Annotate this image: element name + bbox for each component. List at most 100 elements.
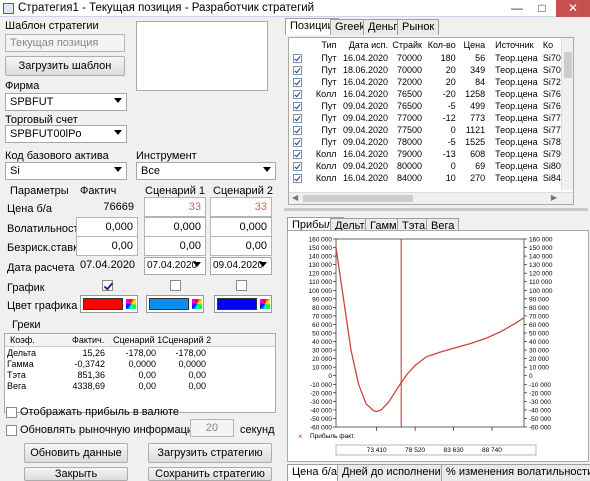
refresh-interval-input[interactable]: 20 xyxy=(190,419,234,437)
template-field[interactable]: Текущая позиция xyxy=(5,34,125,52)
col-type[interactable]: Тип xyxy=(304,38,338,52)
instrument-value: Все xyxy=(141,165,160,177)
close-icon[interactable]: ✕ xyxy=(556,0,590,17)
tab-market[interactable]: Рынок xyxy=(397,19,440,35)
price-sc2-input[interactable]: 33 xyxy=(210,197,272,217)
col-exp-date[interactable]: Дата исп. xyxy=(338,38,390,52)
instrument-select[interactable]: Все xyxy=(136,162,276,180)
table-cell: 77500 xyxy=(396,125,422,135)
y-tick-label-left: 130 000 xyxy=(309,262,333,269)
table-row[interactable]: Пут 18.06.2020 70000 20 349 Теор.цена Si7000 xyxy=(289,64,573,76)
price-sc1-input[interactable]: 33 xyxy=(144,197,206,217)
table-cell: Теор.цена xyxy=(495,137,538,147)
load-template-button[interactable]: Загрузить шаблон xyxy=(5,56,125,76)
greeks-col-fact: Фактич. xyxy=(72,335,105,345)
row-checkbox[interactable] xyxy=(289,172,304,184)
table-row[interactable]: Пут 09.04.2020 77500 0 1121 Теор.цена Si7750 xyxy=(289,124,573,136)
positions-scrollbar-v[interactable] xyxy=(561,38,573,190)
refresh-market-checkbox[interactable] xyxy=(6,425,17,436)
table-row[interactable]: Колл 16.04.2020 84000 10 270 Теор.цена Si8400 xyxy=(289,172,573,184)
table-row[interactable]: Пут 16.04.2020 72000 20 84 Теор.цена Si7200 xyxy=(289,76,573,88)
scroll-right-icon[interactable]: ▶ xyxy=(551,193,557,202)
tab-vol-change[interactable]: % изменения волатильности xyxy=(441,464,590,481)
positions-scrollbar-h[interactable]: ◀ ▶ xyxy=(289,192,573,204)
table-row[interactable]: Пут 16.04.2020 70000 180 56 Теор.цена Si7000 xyxy=(289,52,573,64)
save-strategy-button[interactable]: Сохранить стратегию xyxy=(148,467,272,481)
col-strike[interactable]: Страйк xyxy=(390,38,424,52)
tab-days-to-expiry[interactable]: Дней до исполнения xyxy=(337,464,452,481)
color-sc1-picker[interactable] xyxy=(146,295,204,313)
rate-label: Безриск.ставка xyxy=(7,242,85,254)
rate-fact-input[interactable]: 0,00 xyxy=(76,236,138,256)
table-row[interactable]: Пут 09.04.2020 77000 -12 773 Теор.цена Si7700 xyxy=(289,112,573,124)
row-checkbox[interactable] xyxy=(289,124,304,136)
row-checkbox[interactable] xyxy=(289,160,304,172)
table-cell: 09.04.2020 xyxy=(343,137,389,147)
legend-marker: × xyxy=(298,432,303,441)
rate-sc2-input[interactable]: 0,00 xyxy=(210,236,272,256)
splitter[interactable] xyxy=(284,208,588,211)
row-checkbox[interactable] xyxy=(289,64,304,76)
table-row[interactable]: Колл 16.04.2020 79000 -13 608 Теор.цена Si7900 xyxy=(289,148,573,160)
y-tick-label-right: -20 000 xyxy=(529,390,551,397)
volatility-sc1-input[interactable]: 0,000 xyxy=(144,217,206,237)
table-cell: Пут xyxy=(321,77,337,87)
row-checkbox[interactable] xyxy=(289,52,304,64)
table-cell: 78000 xyxy=(396,137,422,147)
y-tick-label-left: -10 000 xyxy=(310,382,332,389)
table-cell: 18.06.2020 xyxy=(343,65,389,75)
firm-select[interactable]: SPBFUT xyxy=(5,93,127,111)
refresh-unit-label: секунд xyxy=(240,424,275,436)
row-checkbox[interactable] xyxy=(289,136,304,148)
color-swatch-fact xyxy=(83,298,123,310)
col-qty[interactable]: Кол-во xyxy=(424,38,458,52)
table-cell: 09.04.2020 xyxy=(343,125,389,135)
col-price[interactable]: Цена xyxy=(458,38,487,52)
table-row[interactable]: Пут 09.04.2020 78000 -5 1525 Теор.цена Si7800 xyxy=(289,136,573,148)
date-sc1-picker[interactable]: 07.04.2020 xyxy=(144,257,206,275)
row-checkbox[interactable] xyxy=(289,100,304,112)
tab-underlying-price[interactable]: Цена б/а xyxy=(287,464,342,481)
rate-sc1-input[interactable]: 0,00 xyxy=(144,236,206,256)
row-checkbox[interactable] xyxy=(289,76,304,88)
table-cell: Пут xyxy=(321,113,337,123)
date-sc2-picker[interactable]: 09.04.2020 xyxy=(210,257,272,275)
row-checkbox[interactable] xyxy=(289,148,304,160)
chart-fact-checkbox[interactable] xyxy=(102,280,113,291)
y-tick-label-right: 90 000 xyxy=(529,296,549,303)
scroll-thumb[interactable] xyxy=(564,52,572,78)
table-cell: Пут xyxy=(321,101,337,111)
table-cell: Колл xyxy=(315,89,337,99)
volatility-fact-input[interactable]: 0,000 xyxy=(76,217,138,237)
table-cell: 79000 xyxy=(396,149,422,159)
account-select[interactable]: SPBFUT00lPo xyxy=(5,125,127,143)
col-source[interactable]: Источник xyxy=(487,38,541,52)
y-tick-label-right: 140 000 xyxy=(529,254,553,261)
scroll-thumb-h[interactable] xyxy=(303,195,413,202)
scroll-left-icon[interactable]: ◀ xyxy=(292,193,298,202)
table-row[interactable]: Пут 09.04.2020 76500 -5 499 Теор.цена Si7650 xyxy=(289,100,573,112)
palette-icon xyxy=(192,299,202,309)
volatility-sc2-input[interactable]: 0,000 xyxy=(210,217,272,237)
table-cell: 0 xyxy=(450,125,456,135)
greeks-row-name: Вега xyxy=(7,381,27,391)
color-fact-picker[interactable] xyxy=(80,295,138,313)
maximize-icon[interactable]: □ xyxy=(530,0,554,17)
show-profit-currency-checkbox[interactable] xyxy=(6,407,17,418)
close-button[interactable]: Закрыть xyxy=(24,467,128,481)
greeks-cell: -178,00 xyxy=(125,348,156,358)
row-checkbox[interactable] xyxy=(289,88,304,100)
table-row[interactable]: Колл 16.04.2020 76500 -20 1258 Теор.цена Si765… xyxy=(289,88,573,100)
row-checkbox[interactable] xyxy=(289,112,304,124)
base-asset-value: Si xyxy=(10,165,20,177)
chart-sc2-checkbox[interactable] xyxy=(236,280,247,291)
load-strategy-button[interactable]: Загрузить стратегию xyxy=(148,443,272,463)
table-row[interactable]: Колл 09.04.2020 80000 0 69 Теор.цена Si8000 xyxy=(289,160,573,172)
chart-sc1-checkbox[interactable] xyxy=(170,280,181,291)
minimize-icon[interactable]: — xyxy=(505,0,529,17)
color-sc2-picker[interactable] xyxy=(214,295,272,313)
base-asset-select[interactable]: Si xyxy=(5,162,127,180)
window-title: Стратегия1 - Текущая позиция - Разработч… xyxy=(18,2,315,14)
table-cell: 499 xyxy=(470,101,486,111)
update-data-button[interactable]: Обновить данные xyxy=(24,443,128,463)
